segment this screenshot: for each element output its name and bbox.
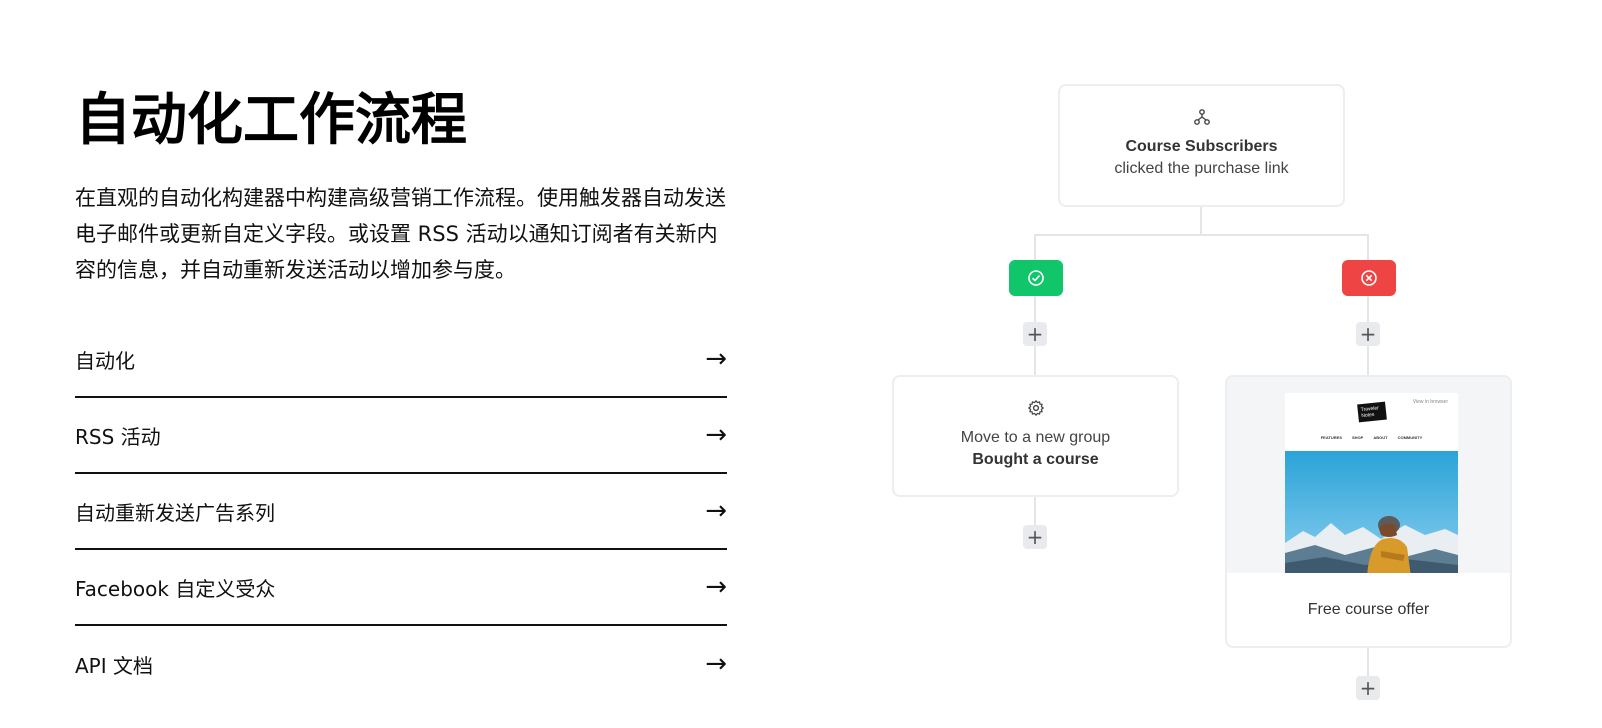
email-caption: Free course offer bbox=[1227, 573, 1510, 646]
connector-line bbox=[1034, 234, 1036, 260]
link-rss-campaigns[interactable]: RSS 活动 → bbox=[75, 398, 727, 474]
link-automation[interactable]: 自动化 → bbox=[75, 322, 727, 398]
add-step-button[interactable]: + bbox=[1356, 322, 1380, 346]
add-step-button[interactable]: + bbox=[1356, 676, 1380, 700]
email-nav-item: ABOUT bbox=[1373, 435, 1388, 440]
split-icon bbox=[1193, 109, 1210, 125]
gear-icon bbox=[1027, 399, 1044, 417]
action-target-group: Bought a course bbox=[972, 451, 1099, 468]
trigger-condition: clicked the purchase link bbox=[1114, 160, 1289, 177]
add-step-button[interactable]: + bbox=[1023, 322, 1047, 346]
arrow-right-icon: → bbox=[705, 496, 727, 526]
connector-line bbox=[1367, 234, 1369, 260]
no-branch-badge[interactable] bbox=[1342, 260, 1396, 296]
yes-branch-badge[interactable] bbox=[1009, 260, 1063, 296]
link-auto-resend[interactable]: 自动重新发送广告系列 → bbox=[75, 474, 727, 550]
email-nav-item: SHOP bbox=[1352, 435, 1364, 440]
email-nav-item: COMMUNITY bbox=[1397, 435, 1423, 440]
arrow-right-icon: → bbox=[705, 649, 727, 679]
action-card[interactable]: Move to a new group Bought a course bbox=[892, 375, 1179, 497]
link-facebook-audiences[interactable]: Facebook 自定义受众 → bbox=[75, 550, 727, 626]
email-nav-item: FEATURES bbox=[1320, 435, 1342, 440]
section-description: 在直观的自动化构建器中构建高级营销工作流程。使用触发器自动发送电子邮件或更新自定… bbox=[75, 186, 726, 282]
link-label: 自动化 bbox=[75, 348, 135, 373]
link-api-docs[interactable]: API 文档 → bbox=[75, 626, 727, 702]
trigger-card[interactable]: Course Subscribers clicked the purchase … bbox=[1058, 84, 1345, 207]
email-preview: View in browser Traveler Notes FEATURES … bbox=[1285, 393, 1458, 577]
arrow-right-icon: → bbox=[705, 344, 727, 374]
connector-line bbox=[1034, 497, 1036, 525]
link-label: RSS 活动 bbox=[75, 424, 161, 449]
check-circle-icon bbox=[1028, 270, 1044, 286]
arrow-right-icon: → bbox=[705, 420, 727, 450]
action-description: Move to a new group bbox=[960, 429, 1111, 446]
section-title: 自动化工作流程 bbox=[75, 88, 467, 153]
email-nav: FEATURES SHOP ABOUT COMMUNITY bbox=[1285, 435, 1458, 440]
connector-line bbox=[1200, 207, 1202, 236]
arrow-right-icon: → bbox=[705, 572, 727, 602]
link-label: API 文档 bbox=[75, 653, 153, 678]
x-circle-icon bbox=[1361, 270, 1377, 286]
link-label: Facebook 自定义受众 bbox=[75, 576, 276, 601]
add-step-button[interactable]: + bbox=[1023, 525, 1047, 549]
view-in-browser-link: View in browser bbox=[1412, 399, 1448, 405]
link-label: 自动重新发送广告系列 bbox=[75, 500, 275, 525]
connector-line bbox=[1367, 648, 1369, 676]
trigger-group-name: Course Subscribers bbox=[1125, 138, 1278, 155]
email-card[interactable]: View in browser Traveler Notes FEATURES … bbox=[1225, 375, 1512, 648]
email-hero-image bbox=[1285, 451, 1458, 577]
connector-line bbox=[1034, 234, 1369, 236]
email-logo: Traveler Notes bbox=[1357, 401, 1387, 423]
feature-link-list: 自动化 → RSS 活动 → 自动重新发送广告系列 → Facebook 自定义… bbox=[75, 322, 727, 702]
